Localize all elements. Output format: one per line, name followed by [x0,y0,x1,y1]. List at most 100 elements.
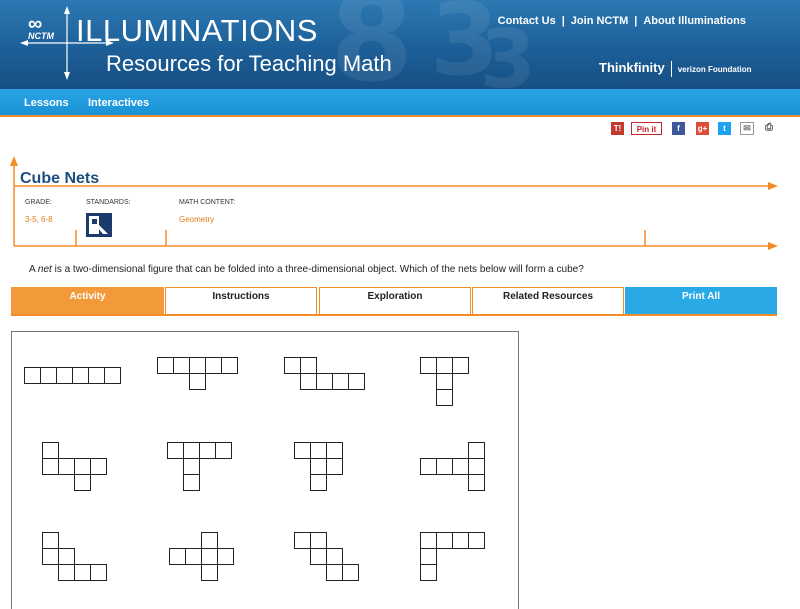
nctm-logo-text: NCTM [28,31,54,41]
net-square [217,548,234,565]
net-square [74,458,91,475]
net-square [40,367,57,384]
grade-label: GRADE: [25,199,52,206]
net-square [452,532,469,549]
tip-icon[interactable]: T! [611,122,624,135]
math-content-label: MATH CONTENT: [179,199,236,206]
net-square [72,367,89,384]
net-square [183,442,200,459]
net-square [189,357,206,374]
nctm-logo[interactable]: ∞ NCTM [28,13,54,41]
net-square [294,532,311,549]
net-square [42,458,59,475]
net-square [310,548,327,565]
activity-panel [11,331,519,609]
net-square [201,548,218,565]
net-square [436,532,453,549]
standards-icon[interactable] [86,213,112,237]
page: 8 3 3 ∞ NCTM ILLUMINATIONS Resources for… [0,0,800,609]
net-square [199,442,216,459]
net-square [74,564,91,581]
about-illuminations-link[interactable]: About Illuminations [643,15,746,27]
math-content-value[interactable]: Geometry [179,215,214,224]
net-square [326,548,343,565]
net-square [326,442,343,459]
net-square [221,357,238,374]
brand-title[interactable]: ILLUMINATIONS [76,13,318,49]
net-square [300,357,317,374]
net-square [189,373,206,390]
divider: | [561,15,565,27]
net-square [74,474,91,491]
net-square [316,373,333,390]
net-square [201,564,218,581]
net-square [326,458,343,475]
infinity-icon: ∞ [28,13,43,35]
intro-emphasis: net [37,264,52,275]
print-icon[interactable]: ⎙ [762,122,776,135]
intro-suffix: is a two-dimensional figure that can be … [51,264,584,275]
net-square [420,532,437,549]
nav-interactives[interactable]: Interactives [88,97,149,109]
net-square [468,474,485,491]
partner-logo[interactable]: Thinkfinity verizon Foundation [599,60,752,77]
partner-sub: verizon Foundation [677,65,752,74]
net-square [436,357,453,374]
contact-us-link[interactable]: Contact Us [498,15,556,27]
page-title: Cube Nets [20,170,100,187]
standards-label: STANDARDS: [86,199,131,206]
tab-bar: Activity Instructions Exploration Relate… [11,287,777,315]
tab-instructions[interactable]: Instructions [165,287,317,315]
facebook-icon[interactable]: f [672,122,685,135]
intro-prefix: A [29,264,38,275]
net-square [88,367,105,384]
tab-related-resources[interactable]: Related Resources [472,287,624,315]
net-square [436,389,453,406]
net-square [183,458,200,475]
join-nctm-link[interactable]: Join NCTM [571,15,628,27]
net-square [24,367,41,384]
net-square [169,548,186,565]
net-square [58,458,75,475]
net-square [201,532,218,549]
tab-activity[interactable]: Activity [11,287,164,315]
net-square [468,442,485,459]
main-nav: Lessons Interactives [0,89,800,117]
net-square [90,458,107,475]
net-square [332,373,349,390]
divider: | [634,15,638,27]
net-square [310,532,327,549]
net-square [452,357,469,374]
grade-value[interactable]: 3-5, 6-8 [25,215,53,224]
net-square [294,442,311,459]
net-square [157,357,174,374]
google-plus-icon[interactable]: g+ [696,122,709,135]
net-square [205,357,222,374]
email-icon[interactable]: ✉ [740,122,754,135]
net-square [42,532,59,549]
net-square [348,373,365,390]
nav-lessons[interactable]: Lessons [24,97,69,109]
net-square [452,458,469,475]
net-square [310,474,327,491]
tab-exploration[interactable]: Exploration [319,287,471,315]
twitter-icon[interactable]: t [718,122,731,135]
net-square [342,564,359,581]
net-square [436,373,453,390]
net-square [326,564,343,581]
net-square [56,367,73,384]
pinterest-icon[interactable]: Pin it [631,122,662,135]
net-square [42,548,59,565]
net-square [310,458,327,475]
net-square [215,442,232,459]
top-links: Contact Us | Join NCTM | About Illuminations [498,15,746,27]
divider [670,60,672,77]
net-square [468,458,485,475]
site-header: 8 3 3 ∞ NCTM ILLUMINATIONS Resources for… [0,0,800,89]
net-square [420,357,437,374]
net-square [90,564,107,581]
net-square [58,564,75,581]
net-square [42,442,59,459]
net-square [167,442,184,459]
tab-print-all[interactable]: Print All [625,287,777,315]
